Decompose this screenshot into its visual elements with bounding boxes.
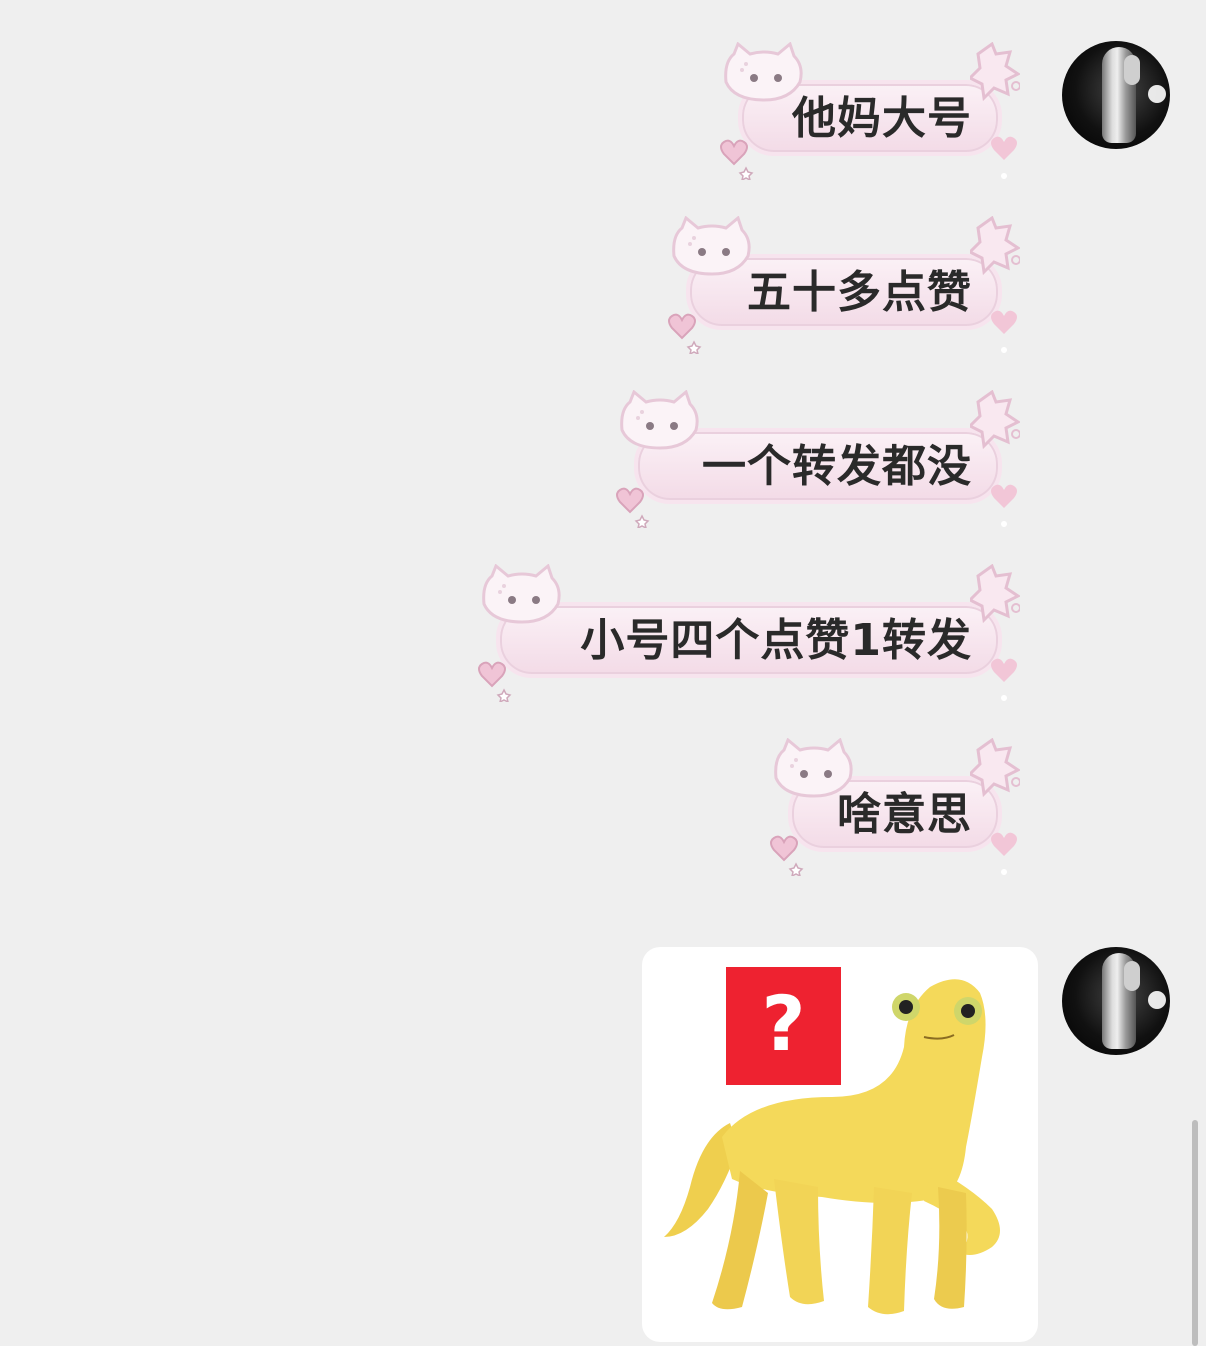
message-bubble[interactable]: 一个转发都没 [616,390,1030,528]
avatar[interactable] [1062,41,1170,149]
message-text: 他妈大号 [792,93,972,144]
heart-star-icon [478,661,512,702]
heart-icon [991,310,1017,353]
message-bubble[interactable]: 啥意思 [770,738,1030,876]
message-text: 啥意思 [837,789,972,840]
message-text: 五十多点赞 [747,267,972,318]
sticker-image-message[interactable]: ? [642,947,1038,1342]
cat-icon [672,216,751,276]
message-text: 小号四个点赞1转发 [580,615,972,666]
heart-star-icon [616,487,650,528]
heart-star-icon [770,835,804,876]
heart-icon [991,658,1017,701]
avatar[interactable] [1062,947,1170,1055]
star-badge-icon [970,42,1020,102]
heart-star-icon [668,313,702,354]
cat-icon [620,390,699,450]
cat-icon [482,564,561,624]
heart-star-icon [720,139,754,180]
star-badge-icon [970,738,1020,798]
message-text: 一个转发都没 [702,441,972,492]
star-badge-icon [970,216,1020,276]
scrollbar[interactable] [1192,1120,1198,1346]
star-badge-icon [970,390,1020,450]
message-bubble[interactable]: 他妈大号 [720,42,1030,180]
message-bubble[interactable]: 五十多点赞 [668,216,1030,354]
yellow-creature-figure [664,979,1000,1315]
heart-icon [991,484,1017,527]
star-badge-icon [970,564,1020,624]
heart-icon [991,832,1017,875]
message-bubble[interactable]: 小号四个点赞1转发 [478,564,1030,702]
heart-icon [991,136,1017,179]
